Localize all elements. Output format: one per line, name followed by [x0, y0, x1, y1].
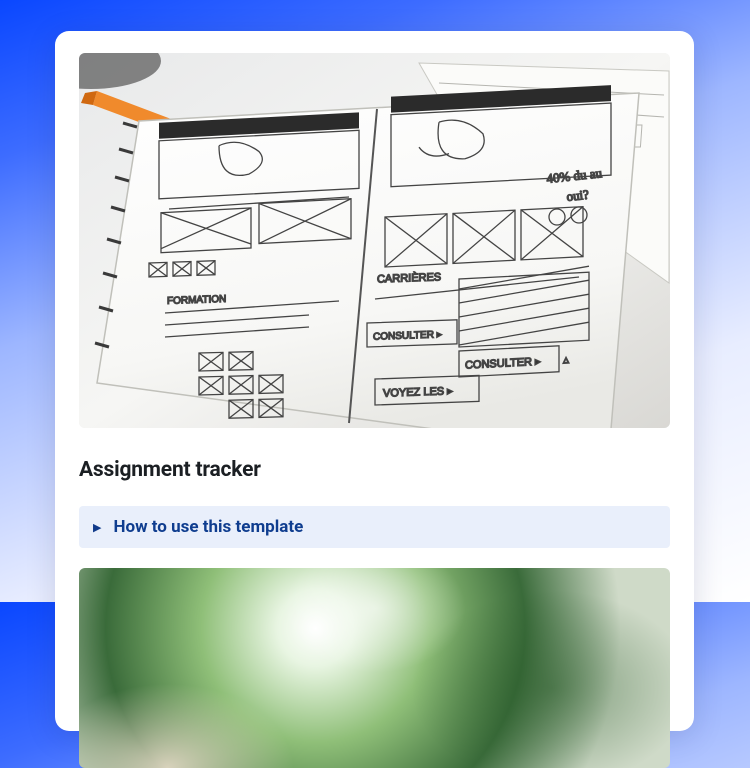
svg-text:FORMATION: FORMATION: [167, 294, 226, 307]
hero-image: FORMATION: [79, 53, 670, 428]
secondary-image: [79, 568, 670, 768]
document-card: FORMATION: [55, 31, 694, 731]
how-to-use-expander[interactable]: ▶ How to use this template: [79, 506, 670, 548]
caret-right-icon: ▶: [93, 522, 101, 533]
expander-label: How to use this template: [113, 517, 303, 537]
svg-text:CARRIÈRES: CARRIÈRES: [377, 270, 441, 285]
svg-text:▵: ▵: [563, 352, 569, 366]
wireframe-sketch-icon: FORMATION: [79, 53, 670, 428]
page-title: Assignment tracker: [79, 458, 670, 482]
svg-text:VOYEZ LES ▸: VOYEZ LES ▸: [383, 385, 453, 399]
svg-text:oui?: oui?: [566, 187, 590, 204]
blurred-nature-icon: [79, 568, 670, 768]
